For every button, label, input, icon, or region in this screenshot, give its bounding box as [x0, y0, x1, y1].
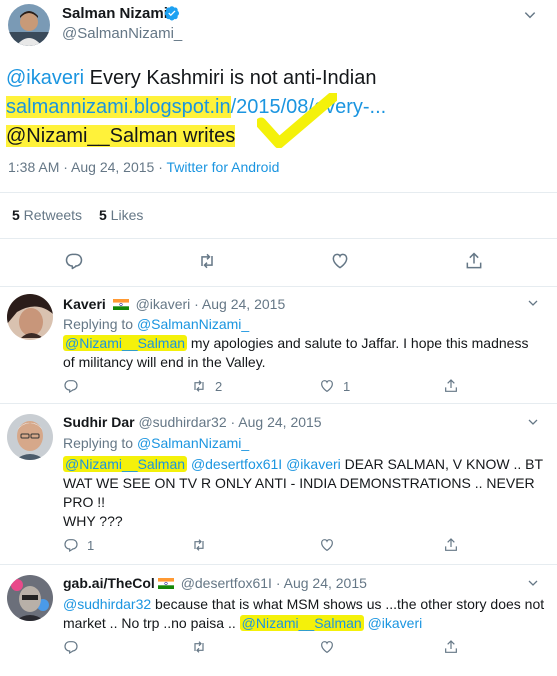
reply-actions: [63, 639, 513, 661]
replying-to: Replying to @SalmanNizami_: [63, 316, 250, 332]
tweet-client[interactable]: Twitter for Android: [167, 159, 280, 175]
heart-icon: [321, 380, 333, 393]
india-flag-icon: [112, 299, 129, 310]
reply-icon: [64, 641, 78, 655]
author-handle[interactable]: @SalmanNizami_: [62, 25, 182, 42]
share-icon: [445, 640, 457, 653]
reply-actions: 1: [63, 537, 513, 559]
reply-handle[interactable]: @desertfox61I: [181, 575, 272, 591]
tweet-text-line3: @Nizami__Salman writes: [6, 125, 236, 147]
author-name[interactable]: Salman Nizami: [62, 5, 168, 22]
reply-avatar[interactable]: [7, 414, 53, 460]
reply-text: @sudhirdar32 because that is what MSM sh…: [63, 596, 545, 631]
reply-avatar[interactable]: [7, 575, 53, 621]
share-icon: [445, 379, 457, 392]
reply-header: Kaveri @ikaveri · Aug 24, 2015: [63, 296, 285, 312]
chevron-down-icon[interactable]: [527, 577, 539, 589]
reply-icon: [65, 253, 83, 270]
reply-actions: 2 1: [63, 378, 513, 400]
tweet-meta: 1:38 AM · Aug 24, 2015 · Twitter for And…: [8, 159, 279, 175]
share-button[interactable]: [443, 378, 459, 394]
reply-count: 1: [87, 537, 95, 553]
reply-text: @Nizami__Salman @desertfox61I @ikaveri D…: [63, 456, 543, 529]
tweet-timestamp[interactable]: 1:38 AM · Aug 24, 2015 ·: [8, 159, 167, 175]
reply-mention-3[interactable]: @ikaveri: [368, 615, 423, 631]
reply-handle[interactable]: @sudhirdar32: [138, 414, 226, 430]
replying-to-link[interactable]: @SalmanNizami_: [137, 435, 249, 451]
retweet-icon: [201, 253, 213, 269]
reply-mention-2[interactable]: @Nizami__Salman: [239, 615, 364, 631]
reply-text: @Nizami__Salman my apologies and salute …: [63, 335, 529, 370]
reply-icon: [64, 539, 78, 553]
like-button[interactable]: [330, 251, 350, 271]
tweet-text-line1: Every Kashmiri is not anti-Indian: [84, 67, 377, 89]
retweet-icon: [194, 641, 204, 653]
author-avatar[interactable]: [8, 4, 50, 46]
reply-date[interactable]: · Aug 24, 2015: [276, 575, 367, 591]
share-icon: [466, 252, 482, 269]
reply-header: Sudhir Dar @sudhirdar32 · Aug 24, 2015: [63, 414, 322, 430]
chevron-down-icon[interactable]: [523, 8, 537, 22]
heart-icon: [321, 641, 333, 654]
reply-mention[interactable]: @Nizami__Salman: [63, 456, 188, 472]
reply-author-name[interactable]: Kaveri: [63, 296, 106, 312]
retweet-button[interactable]: [191, 537, 207, 553]
retweet-count: 2: [215, 378, 223, 394]
like-button[interactable]: 1: [319, 378, 350, 394]
like-button[interactable]: [319, 639, 335, 655]
reply-mention[interactable]: @Nizami__Salman: [63, 335, 188, 351]
share-icon: [445, 538, 457, 551]
reply-author-name[interactable]: Sudhir Dar: [63, 414, 135, 430]
reply-date[interactable]: · Aug 24, 2015: [194, 296, 285, 312]
reply-mention-2[interactable]: @desertfox61I: [191, 456, 282, 472]
reply-button[interactable]: [63, 378, 79, 394]
share-button[interactable]: [443, 639, 459, 655]
reply-button[interactable]: [63, 639, 79, 655]
retweet-button[interactable]: 2: [191, 378, 222, 394]
likes-stat[interactable]: 5 Likes: [99, 207, 143, 223]
reply-tweet[interactable]: gab.ai/TheCol @desertfox61I · Aug 24, 20…: [0, 565, 557, 676]
reply-author-name[interactable]: gab.ai/TheCol: [63, 575, 155, 591]
retweet-icon: [194, 539, 204, 551]
reply-button[interactable]: [64, 251, 84, 271]
replying-to-link[interactable]: @SalmanNizami_: [137, 316, 249, 332]
retweet-button[interactable]: [191, 639, 207, 655]
tweet-stats: 5 Retweets 5 Likes: [0, 192, 557, 239]
verified-icon: [164, 6, 179, 21]
chevron-down-icon[interactable]: [527, 297, 539, 309]
reply-handle[interactable]: @ikaveri: [136, 296, 191, 312]
reply-date[interactable]: · Aug 24, 2015: [231, 414, 322, 430]
reply-tweet[interactable]: Kaveri @ikaveri · Aug 24, 2015 Replying …: [0, 287, 557, 404]
main-tweet: Salman Nizami @SalmanNizami_ @ikaveri Ev…: [0, 0, 557, 287]
reply-mention[interactable]: @sudhirdar32: [63, 596, 151, 612]
yellow-check-mark: [257, 93, 337, 148]
chevron-down-icon[interactable]: [527, 416, 539, 428]
reply-button[interactable]: 1: [63, 537, 94, 553]
like-button[interactable]: [319, 537, 335, 553]
reply-header: gab.ai/TheCol @desertfox61I · Aug 24, 20…: [63, 575, 367, 591]
retweet-button[interactable]: [197, 251, 217, 271]
share-button[interactable]: [443, 537, 459, 553]
retweets-stat[interactable]: 5 Retweets: [12, 207, 82, 223]
reply-mention-3[interactable]: @ikaveri: [286, 456, 341, 472]
mention-link[interactable]: @ikaveri: [6, 67, 84, 89]
reply-avatar[interactable]: [7, 294, 53, 340]
reply-tweet[interactable]: Sudhir Dar @sudhirdar32 · Aug 24, 2015 R…: [0, 404, 557, 565]
heart-icon: [332, 253, 348, 269]
reply-icon: [64, 380, 78, 394]
india-flag-icon: [157, 578, 174, 589]
main-actions: [0, 238, 557, 286]
retweet-icon: [194, 380, 204, 392]
heart-icon: [321, 539, 333, 552]
share-button[interactable]: [464, 251, 484, 271]
replying-to: Replying to @SalmanNizami_: [63, 435, 250, 451]
like-count: 1: [343, 378, 351, 394]
